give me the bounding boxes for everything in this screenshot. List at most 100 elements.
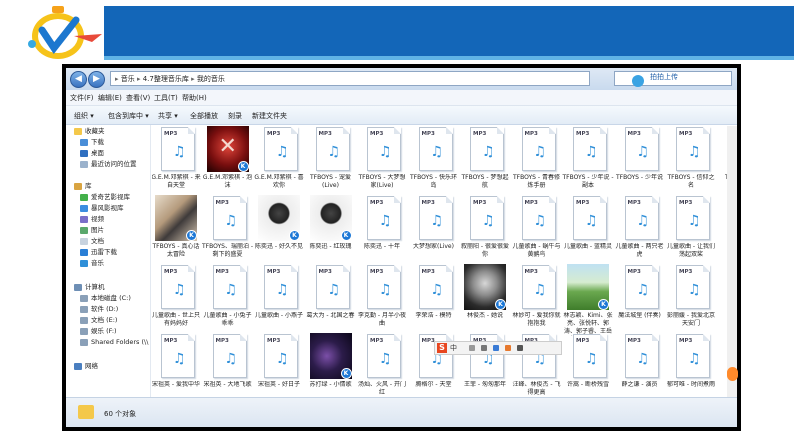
file-tile[interactable]: MP3 ♫ 宋祖英 - 爱我中华: [152, 333, 200, 397]
file-tile[interactable]: MP3 ♫ 大梦想家(Live): [410, 195, 458, 267]
share-button[interactable]: 共享 ▾: [158, 111, 178, 121]
file-tile[interactable]: K 苏打绿 - 小情歌: [307, 333, 355, 397]
skin-icon[interactable]: [505, 345, 511, 351]
sidebar-computer[interactable]: 计算机: [74, 283, 105, 292]
download-icon: [80, 248, 88, 256]
file-tile[interactable]: MP3 ♫ 儿童歌曲 - 两只老虎: [616, 195, 664, 267]
file-tile[interactable]: K林志颖、Kimi、张亮、张悦轩、郭涛、郭子睿、王岳伦、王诗龄...: [563, 264, 613, 336]
file-tile[interactable]: MP3 ♫ TFBOYS、瑞丽泊 - 剩下的盛夏: [202, 195, 253, 267]
file-tile[interactable]: MP3♫TFBOYS - 样 (YOUNG): [719, 126, 727, 198]
file-tile[interactable]: MP3 ♫ TFBOYS - 少年说: [616, 126, 664, 198]
file-tile[interactable]: MP3 ♫ TFBOYS - 快乐环岛: [410, 126, 458, 198]
drive-icon: [80, 316, 88, 324]
file-tile[interactable]: MP3 ♫ G.E.M.邓紫棋 - 来自天堂: [152, 126, 201, 198]
crumb-1[interactable]: 音乐: [121, 75, 135, 83]
sidebar-item-documents[interactable]: 文档: [80, 237, 104, 246]
file-tile[interactable]: MP3 ♫ 林妙可 - 爱我你就抱抱我: [513, 264, 561, 336]
forward-button[interactable]: ▶: [88, 71, 105, 88]
cloud-upload-icon[interactable]: [632, 75, 644, 87]
sidebar-favorites[interactable]: 收藏夹: [74, 127, 105, 136]
file-type-label: MP3: [421, 269, 435, 275]
file-tile[interactable]: MP3 ♫ 薛之谦 - 演员: [616, 333, 664, 397]
sidebar-drive-e[interactable]: 文档 (E:): [80, 316, 117, 325]
sidebar-item-music[interactable]: 音乐: [80, 259, 104, 268]
sidebar-shared-folders[interactable]: Shared Folders (\\: [80, 338, 148, 347]
new-folder-button[interactable]: 新建文件夹: [252, 111, 287, 121]
file-tile[interactable]: MP3 ♫ TFBOYS - 梦想起航: [461, 126, 509, 198]
file-tile[interactable]: MP3♫: [719, 264, 728, 336]
file-tile[interactable]: MP3♫: [719, 333, 728, 397]
file-tile[interactable]: MP3 ♫ 魔法城堡 (伴奏): [616, 264, 664, 336]
menu-view[interactable]: 查看(V): [126, 93, 150, 103]
file-tile[interactable]: MP3♫: [719, 195, 728, 267]
file-tile[interactable]: MP3 ♫ 儿童歌曲 - 小兔子乖乖: [204, 264, 252, 336]
sidebar-item-baofeng[interactable]: 暴风影视库: [80, 204, 124, 213]
sidebar-drive-d[interactable]: 软件 (D:): [80, 305, 118, 314]
burn-button[interactable]: 刻录: [228, 111, 242, 121]
file-tile[interactable]: MP3 ♫ 叙丽阳 - 很爱很爱你: [461, 195, 509, 267]
upload-link[interactable]: 拍拍上传: [650, 72, 678, 82]
file-tile[interactable]: MP3 ♫ 宋祖英 - 好日子: [255, 333, 303, 397]
file-tile[interactable]: MP3 ♫ 宋祖英 - 大地飞歌: [204, 333, 252, 397]
file-tile[interactable]: MP3 ♫ 陈奕迅 - 十年: [358, 195, 406, 267]
sidebar-libraries[interactable]: 库: [74, 182, 92, 191]
picture-icon: [80, 226, 88, 234]
kugou-badge-icon: K: [598, 299, 609, 310]
floating-assistant-icon[interactable]: [727, 367, 738, 381]
sidebar-drive-c[interactable]: 本地磁盘 (C:): [80, 294, 131, 303]
file-tile[interactable]: MP3 ♫ 彭丽媛 - 我爱北京天安门: [667, 264, 715, 336]
sidebar-item-xunlei[interactable]: 迅雷下载: [80, 248, 117, 257]
file-tile[interactable]: K 陈奕迅 - 红玫瑰: [307, 195, 355, 267]
ime-toolbar[interactable]: S 中: [434, 341, 562, 355]
file-tile[interactable]: MP3 ♫ 儿童歌曲 - 小燕子: [255, 264, 303, 336]
file-tile[interactable]: K 林俊杰 - 她说: [461, 264, 509, 336]
sidebar-item-recent[interactable]: 最近访问的位置: [80, 160, 137, 169]
play-all-button[interactable]: 全部播放: [190, 111, 218, 121]
file-tile[interactable]: MP3 ♫ 儿童歌曲 - 蓝精灵: [564, 195, 612, 267]
sidebar-item-pictures[interactable]: 图片: [80, 226, 104, 235]
file-tile[interactable]: MP3 ♫ G.E.M.邓紫棋 - 喜欢你: [254, 126, 304, 198]
file-tile[interactable]: MP3 ♫ 儿童歌曲 - 世上只有妈妈好: [152, 264, 200, 336]
sidebar-network[interactable]: 网络: [74, 362, 98, 371]
file-tile[interactable]: MP3 ♫ 李克勤 - 月半小夜曲: [358, 264, 406, 336]
file-tile[interactable]: K TFBOYS - 真心话太冒险: [152, 195, 200, 267]
file-tile[interactable]: MP3 ♫ 许嵩 - 断桥残雪: [564, 333, 612, 397]
file-tile[interactable]: MP3 ♫ TFBOYS - 少年说 - 副本: [562, 126, 614, 198]
crumb-2[interactable]: 4.7整理音乐库: [143, 75, 189, 83]
menu-help[interactable]: 帮助(H): [182, 93, 207, 103]
file-tile[interactable]: K 陈奕迅 - 好久不见: [255, 195, 303, 267]
file-tile[interactable]: MP3 ♫ 汤灿、火风 - 开门红: [358, 333, 406, 397]
sidebar-drive-f[interactable]: 娱乐 (F:): [80, 327, 117, 336]
menu-tools[interactable]: 工具(T): [154, 93, 178, 103]
file-tile[interactable]: MP3 ♫ TFBOYS - 信仰之名: [667, 126, 715, 198]
microphone-icon[interactable]: [481, 345, 487, 351]
keyboard-icon[interactable]: [493, 345, 499, 351]
file-tile[interactable]: MP3 ♫ TFBOYS - 大梦想家(Live): [358, 126, 406, 198]
sidebar-item-desktop[interactable]: 桌面: [80, 149, 104, 158]
include-in-library-button[interactable]: 包含到库中 ▾: [108, 111, 149, 121]
folder-icon: [78, 405, 94, 419]
toolbox-icon[interactable]: [517, 345, 523, 351]
ime-mode[interactable]: 中: [450, 343, 457, 353]
file-tile[interactable]: MP3 ♫ 李荣浩 - 模特: [410, 264, 458, 336]
vertical-scrollbar[interactable]: [727, 126, 737, 397]
back-button[interactable]: ◀: [70, 71, 87, 88]
menu-file[interactable]: 文件(F): [70, 93, 94, 103]
file-thumbnail: MP3 ♫: [670, 126, 712, 172]
crumb-3[interactable]: 我的音乐: [197, 75, 225, 83]
file-tile[interactable]: MP3 ♫ 儿童歌曲 - 蜗牛与黄鹂鸟: [513, 195, 561, 267]
file-tile[interactable]: MP3 ♫ TFBOYS - 青春修炼手册: [513, 126, 561, 198]
file-tile[interactable]: MP3 ♫ 葛大为 - 北国之春: [307, 264, 355, 336]
file-type-label: MP3: [215, 338, 229, 344]
path-breadcrumb[interactable]: ▸ 音乐 ▸ 4.7整理音乐库 ▸ 我的音乐: [110, 71, 590, 86]
file-tile[interactable]: MP3 ♫ 郁可唯 - 时间煮雨: [667, 333, 715, 397]
organize-button[interactable]: 组织 ▾: [74, 111, 94, 121]
file-tile[interactable]: ✕ K G.E.M.邓紫棋 - 泡沫: [203, 126, 252, 198]
sidebar-item-iqiyi[interactable]: 爱奇艺影视库: [80, 193, 130, 202]
sidebar-item-videos[interactable]: 视频: [80, 215, 104, 224]
sidebar-item-downloads[interactable]: 下载: [80, 138, 104, 147]
menu-edit[interactable]: 编辑(E): [98, 93, 122, 103]
punctuation-icon[interactable]: [469, 345, 475, 351]
file-tile[interactable]: MP3 ♫ 儿童歌曲 - 让我们荡起双桨: [667, 195, 715, 267]
file-tile[interactable]: MP3 ♫ TFBOYS - 宠爱 (Live): [307, 126, 355, 198]
